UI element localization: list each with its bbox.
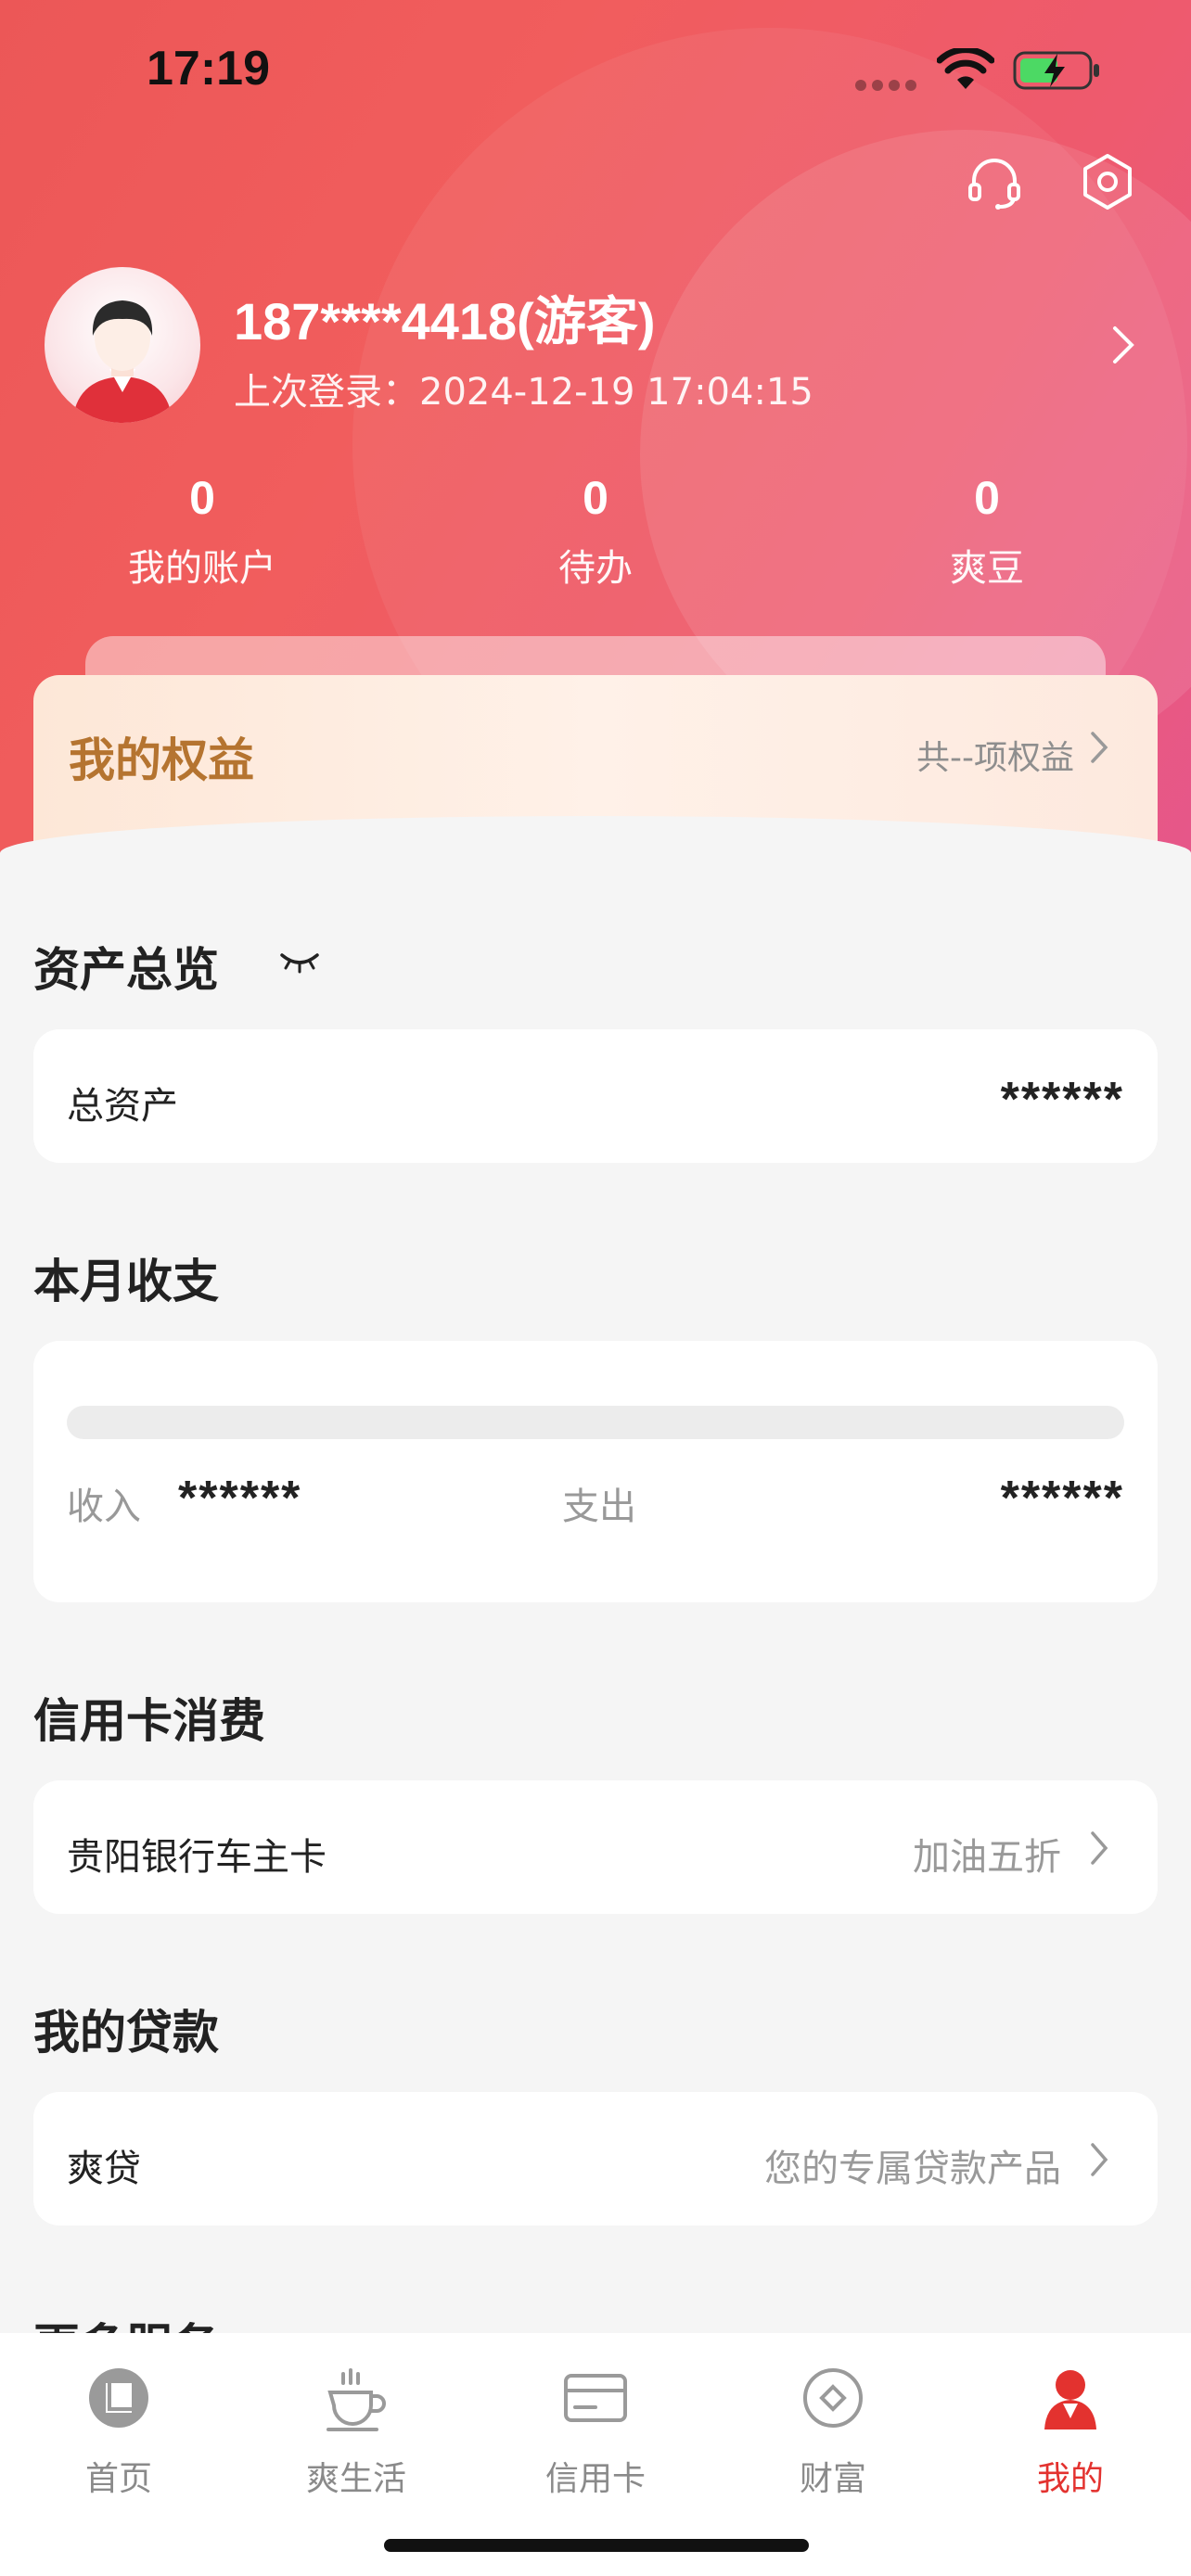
- user-stats: 0 我的账户 0 待办 0 爽豆: [0, 471, 1191, 601]
- last-login-time: 上次登录：2024-12-19 17:04:15: [234, 371, 813, 414]
- total-assets-value: ******: [1000, 1073, 1124, 1127]
- expense-label: 支出: [562, 1486, 636, 1528]
- expense-value: ******: [1000, 1472, 1124, 1525]
- tab-label: 信用卡: [544, 2460, 646, 2498]
- profile-icon: [1044, 2370, 1096, 2429]
- chevron-right-icon: [1091, 732, 1108, 763]
- tab-mine[interactable]: 我的: [978, 2361, 1163, 2500]
- stat-my-accounts[interactable]: 0 我的账户: [63, 471, 341, 592]
- stat-label: 爽豆: [950, 547, 1024, 590]
- income-label: 收入: [67, 1486, 141, 1528]
- tab-label: 首页: [84, 2460, 152, 2498]
- income-value: ******: [178, 1472, 302, 1525]
- benefits-title: 我的权益: [69, 733, 254, 787]
- settings-icon[interactable]: [1078, 152, 1137, 211]
- benefits-summary: 共--项权益: [916, 739, 1074, 777]
- tab-life[interactable]: 爽生活: [263, 2361, 449, 2500]
- chevron-right-icon[interactable]: [1109, 325, 1137, 365]
- wealth-icon: [803, 2368, 863, 2428]
- tab-label: 我的: [1036, 2460, 1104, 2498]
- stat-value: 0: [583, 472, 608, 524]
- stat-points[interactable]: 0 爽豆: [848, 471, 1126, 592]
- battery-icon: [1013, 51, 1099, 90]
- total-assets-label: 总资产: [67, 1085, 178, 1128]
- card-name: 贵阳银行车主卡: [67, 1836, 327, 1879]
- income-expense-bar: [67, 1406, 1124, 1439]
- asset-overview-title: 资产总览: [33, 943, 219, 997]
- tab-label: 财富: [799, 2460, 866, 2498]
- chevron-right-icon: [1091, 2143, 1108, 2176]
- tab-home[interactable]: 首页: [26, 2361, 211, 2500]
- stat-value: 0: [189, 472, 215, 524]
- home-indicator: [384, 2539, 809, 2552]
- card-promo: 加油五折: [913, 1836, 1061, 1879]
- status-time: 17:19: [147, 42, 270, 96]
- stat-label: 我的账户: [128, 547, 276, 590]
- credit-card-title: 信用卡消费: [33, 1694, 265, 1748]
- credit-card-item[interactable]: 贵阳银行车主卡 加油五折: [33, 1780, 1158, 1914]
- stat-value: 0: [974, 472, 1000, 524]
- home-icon: [89, 2368, 148, 2428]
- user-phone[interactable]: 187****4418(游客): [234, 280, 655, 355]
- loans-title: 我的贷款: [33, 2006, 219, 2060]
- coffee-cup-icon: [327, 2368, 386, 2431]
- avatar[interactable]: [45, 267, 200, 423]
- tab-credit-card[interactable]: 信用卡: [503, 2361, 688, 2500]
- tab-wealth[interactable]: 财富: [740, 2361, 926, 2500]
- loan-hint: 您的专属贷款产品: [764, 2148, 1061, 2190]
- avatar-icon: [72, 300, 173, 423]
- wifi-icon: [937, 48, 994, 89]
- eye-closed-icon[interactable]: [278, 948, 321, 976]
- chevron-right-icon: [1091, 1831, 1108, 1865]
- loan-product: 爽贷: [67, 2148, 141, 2190]
- stat-todo[interactable]: 0 待办: [456, 471, 735, 592]
- stat-label: 待办: [558, 547, 633, 590]
- monthly-title: 本月收支: [33, 1255, 219, 1308]
- loan-item[interactable]: 爽贷 您的专属贷款产品: [33, 2092, 1158, 2225]
- monthly-card[interactable]: 收入 ****** 支出 ******: [33, 1341, 1158, 1602]
- total-assets-card[interactable]: 总资产 ******: [33, 1029, 1158, 1163]
- cellular-signal-icon: [855, 80, 916, 91]
- credit-card-icon: [564, 2374, 627, 2422]
- customer-service-icon[interactable]: [965, 153, 1024, 212]
- tab-label: 爽生活: [305, 2460, 406, 2498]
